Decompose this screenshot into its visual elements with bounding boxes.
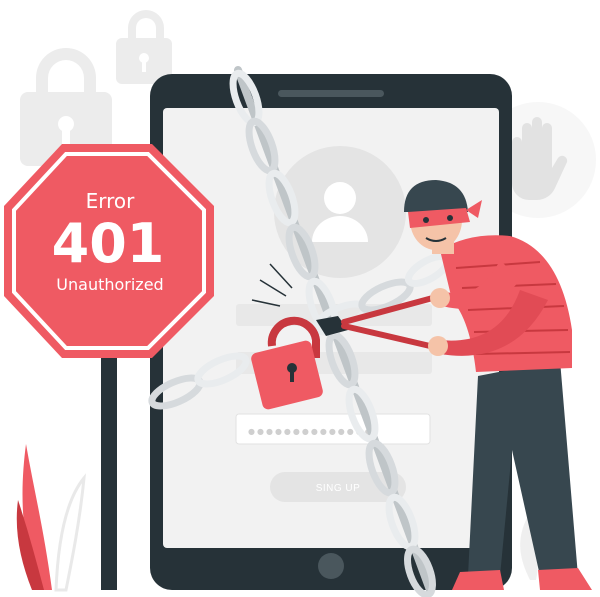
error-title: Error: [86, 189, 136, 213]
sign-post: [101, 330, 117, 590]
error-message: Unauthorized: [56, 275, 163, 294]
signup-button-label: SING UP: [316, 483, 361, 494]
password-field[interactable]: ●●●●●●●●●●●●●●: [235, 413, 431, 445]
error-401-illustration: ●●●●●●●●●●●●●● SING UP Error 401 Unautho…: [0, 0, 600, 597]
error-sign: Error 401 Unauthorized: [4, 144, 214, 358]
background-padlock-small-icon: [116, 10, 172, 84]
error-code: 401: [52, 212, 165, 275]
